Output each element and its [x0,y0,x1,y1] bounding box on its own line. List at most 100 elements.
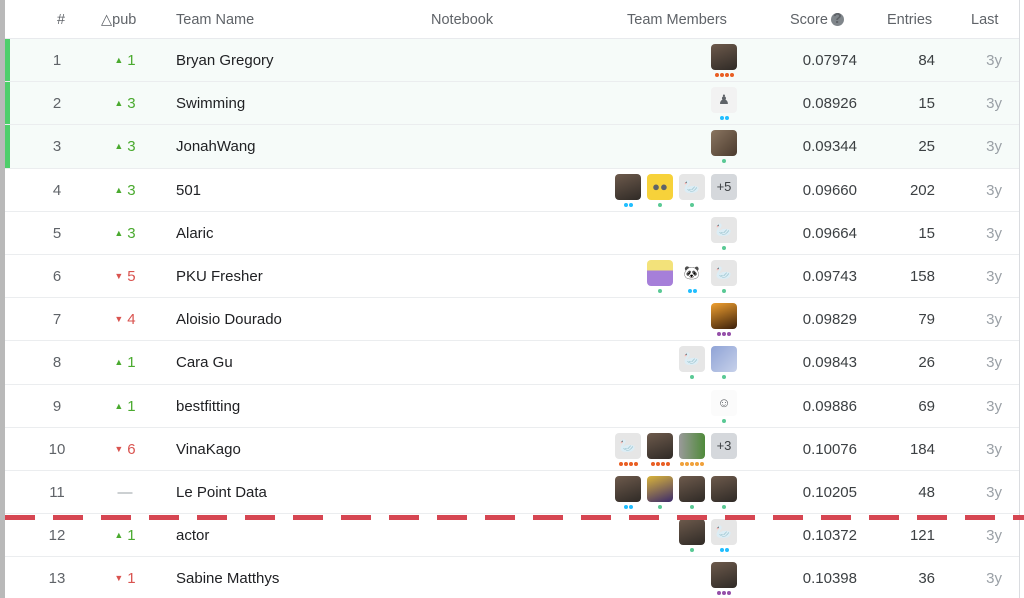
member-avatar-link[interactable] [711,303,737,337]
leaderboard-row[interactable]: 3 ▲ 3 JonahWang 0.09344 25 3y [5,125,1019,169]
team-name-link[interactable]: PKU Fresher [176,268,263,285]
entries: 15 [918,95,935,113]
caret-up-icon: ▲ [114,98,124,109]
person-photo-avatar-icon [679,475,705,502]
tier-indicator [623,202,633,207]
team-name-link[interactable]: Swimming [176,95,245,112]
member-avatar-link[interactable] [711,475,737,509]
leaderboard-row[interactable]: 10 ▼ 6 VinaKago 🦢 +3 0.10076 184 3y [5,428,1019,471]
team-name-link[interactable]: VinaKago [176,441,241,458]
leaderboard-row[interactable]: 4 ▲ 3 501 ●● 🦢 +5 0.09660 202 3y [5,169,1019,212]
member-avatar-link[interactable] [711,130,737,164]
member-avatar-link[interactable] [615,475,641,509]
group-photo-avatar-icon [647,475,673,502]
leaderboard-row[interactable]: 8 ▲ 1 Cara Gu 🦢 0.09843 26 3y [5,341,1019,385]
tier-dot [700,461,704,466]
leaderboard-row[interactable]: 1 ▲ 1 Bryan Gregory 0.07974 84 3y [5,39,1019,83]
rank: 2 [52,95,62,113]
last-submission: 3y [986,181,1002,199]
tier-dot [722,504,726,509]
member-avatar-link[interactable] [679,475,705,509]
score: 0.08926 [802,95,857,113]
tier-indicator [690,548,694,553]
tier-indicator [650,461,670,466]
member-avatar-link[interactable]: 🐼 [679,259,705,293]
last-submission: 3y [986,52,1002,69]
tier-indicator [717,332,731,337]
tier-dot [695,461,699,466]
entries: 158 [909,267,935,285]
rank: 5 [52,224,62,242]
team-name-link[interactable]: actor [176,527,209,544]
tier-indicator [618,461,638,466]
member-avatar-link[interactable] [647,432,673,466]
header-team-name[interactable]: Team Name [176,12,254,28]
help-icon[interactable]: ? [830,12,844,26]
tier-dot [722,288,726,293]
member-avatar-link[interactable] [615,173,641,207]
public-delta: ▲ 3 [105,95,145,112]
team-name-link[interactable]: JonahWang [176,138,256,155]
member-avatar-link[interactable] [711,562,737,596]
member-avatar-link[interactable] [647,259,673,293]
tier-dot [623,202,628,207]
member-avatar-link[interactable] [679,519,705,553]
delta-value: 1 [127,354,136,372]
header-rank[interactable]: # [57,12,65,28]
member-avatar-link[interactable]: 🦢 [711,259,737,293]
last-submission: 3y [986,95,1002,113]
outdoor-photo-avatar-icon [679,432,705,459]
member-avatar-link[interactable]: ●● [647,173,673,207]
team-name-link[interactable]: Aloisio Dourado [176,311,282,328]
member-avatar-link[interactable]: 🦢 [711,216,737,250]
tier-dot [722,159,726,164]
member-avatar-link[interactable] [679,432,705,466]
more-members-button[interactable]: +5 [711,173,737,207]
tier-indicator [719,548,729,553]
team-name-link[interactable]: Alaric [176,225,214,242]
leaderboard-row[interactable]: 2 ▲ 3 Swimming ♟ 0.08926 15 3y [5,82,1019,126]
tier-dot [690,461,694,466]
leaderboard-row[interactable]: 11 — Le Point Data 0.10205 48 3y [5,471,1019,515]
delta-value: 4 [127,311,136,329]
header-score[interactable]: Score? [790,12,844,28]
member-avatar-link[interactable] [711,44,737,77]
team-name-link[interactable]: bestfitting [176,398,240,415]
team-members [711,44,737,77]
member-avatar-link[interactable]: 🦢 [679,346,705,380]
header-delta[interactable]: △pub [101,12,136,28]
member-avatar-link[interactable]: ☺ [711,389,737,423]
delta-value: 1 [127,52,136,69]
member-avatar-link[interactable] [711,346,737,380]
team-name-link[interactable]: Le Point Data [176,484,267,501]
tier-dot [623,461,628,466]
team-name-link[interactable]: Cara Gu [176,354,233,371]
tier-dot [727,591,731,596]
sky-photo-avatar-icon [711,346,737,373]
member-avatar-link[interactable]: ♟ [711,87,737,121]
last-submission: 3y [986,440,1002,458]
leaderboard-row[interactable]: 9 ▲ 1 bestfitting ☺ 0.09886 69 3y [5,385,1019,428]
leaderboard-row[interactable]: 6 ▼ 5 PKU Fresher 🐼 🦢 0.09743 158 3y [5,255,1019,299]
header-entries[interactable]: Entries [887,12,932,28]
team-name-link[interactable]: Bryan Gregory [176,52,274,69]
team-name-link[interactable]: 501 [176,182,201,199]
leaderboard-row[interactable]: 5 ▲ 3 Alaric 🦢 0.09664 15 3y [5,212,1019,255]
team-members: 🦢 [679,346,737,380]
member-avatar-link[interactable] [647,475,673,509]
member-avatar-link[interactable]: 🦢 [711,519,737,553]
team-members: 🦢 [679,519,737,553]
delta-value: 3 [127,138,136,156]
header-last[interactable]: Last [971,12,998,28]
caret-down-icon: ▼ [114,443,124,454]
more-members-button[interactable]: +3 [711,432,737,466]
leaderboard-row[interactable]: 13 ▼ 1 Sabine Matthys 0.10398 36 3y [5,557,1019,598]
leaderboard-row[interactable]: 12 ▲ 1 actor 🦢 0.10372 121 3y [5,514,1019,558]
member-avatar-link[interactable]: 🦢 [615,432,641,466]
team-name-link[interactable]: Sabine Matthys [176,570,279,587]
member-avatar-link[interactable]: 🦢 [679,173,705,207]
leaderboard-row[interactable]: 7 ▼ 4 Aloisio Dourado 0.09829 79 3y [5,298,1019,342]
tier-dot [658,504,662,509]
caret-down-icon: ▼ [114,270,124,281]
tier-indicator [722,375,726,380]
